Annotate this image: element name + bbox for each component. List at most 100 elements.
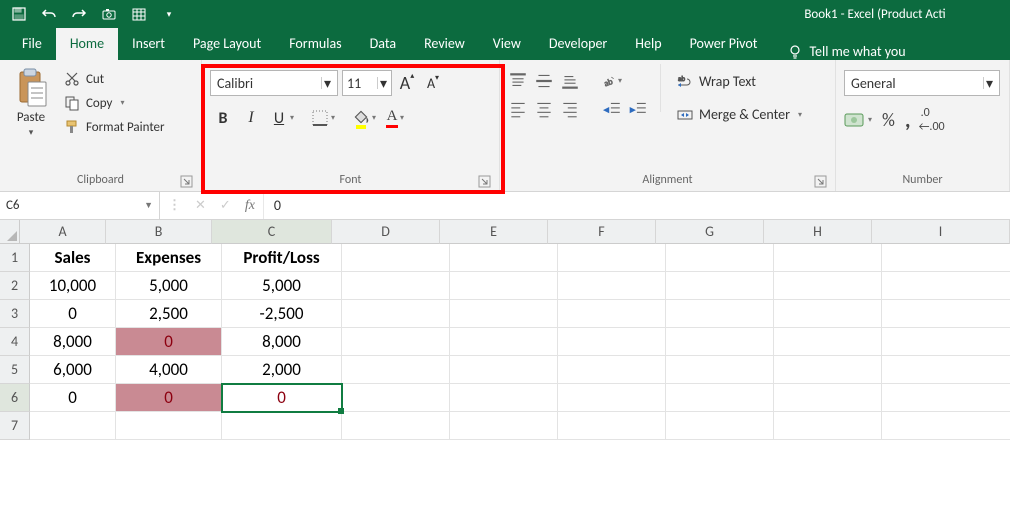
cell-A4[interactable]: 8,000 <box>30 328 116 356</box>
increase-decimal-button[interactable]: .0←.00 <box>921 106 947 134</box>
redo-icon[interactable] <box>70 5 88 23</box>
chevron-down-icon[interactable]: ▾ <box>983 77 995 89</box>
cell-E7[interactable] <box>450 412 558 440</box>
cell-I2[interactable] <box>882 272 1010 300</box>
tab-insert[interactable]: Insert <box>118 28 179 60</box>
dialog-launcher-icon[interactable] <box>814 175 827 188</box>
cell-B6[interactable]: 0 <box>116 384 222 412</box>
tab-view[interactable]: View <box>479 28 535 60</box>
font-name-select[interactable]: Calibri ▾ <box>210 70 338 96</box>
col-header-A[interactable]: A <box>20 220 106 244</box>
cell-H4[interactable] <box>774 328 882 356</box>
italic-button[interactable]: I <box>238 104 264 132</box>
col-header-H[interactable]: H <box>764 220 872 244</box>
col-header-G[interactable]: G <box>656 220 764 244</box>
camera-icon[interactable] <box>100 5 118 23</box>
cell-C7[interactable] <box>222 412 342 440</box>
cell-C1[interactable]: Profit/Loss <box>222 244 342 272</box>
cell-A1[interactable]: Sales <box>30 244 116 272</box>
cell-F2[interactable] <box>558 272 666 300</box>
cell-D5[interactable] <box>342 356 450 384</box>
row-header-6[interactable]: 6 <box>0 384 30 412</box>
cell-G5[interactable] <box>666 356 774 384</box>
cell-I1[interactable] <box>882 244 1010 272</box>
fx-icon[interactable]: fx <box>245 198 255 214</box>
row-header-4[interactable]: 4 <box>0 328 30 356</box>
tab-developer[interactable]: Developer <box>535 28 621 60</box>
chevron-down-icon[interactable]: ▾ <box>798 110 802 120</box>
cell-H2[interactable] <box>774 272 882 300</box>
chevron-down-icon[interactable]: ▾ <box>372 113 376 123</box>
cell-D4[interactable] <box>342 328 450 356</box>
cell-E6[interactable] <box>450 384 558 412</box>
cell-E3[interactable] <box>450 300 558 328</box>
cell-F7[interactable] <box>558 412 666 440</box>
paste-button[interactable]: Paste ▾ <box>8 64 54 138</box>
cell-B4[interactable]: 0 <box>116 328 222 356</box>
cell-H6[interactable] <box>774 384 882 412</box>
cell-A3[interactable]: 0 <box>30 300 116 328</box>
cell-G3[interactable] <box>666 300 774 328</box>
undo-icon[interactable] <box>40 5 58 23</box>
cell-F5[interactable] <box>558 356 666 384</box>
cancel-icon[interactable]: ✕ <box>195 198 206 213</box>
col-header-I[interactable]: I <box>872 220 1010 244</box>
underline-button[interactable]: U▾ <box>266 104 298 132</box>
tab-help[interactable]: Help <box>621 28 675 60</box>
tab-review[interactable]: Review <box>410 28 479 60</box>
cell-I3[interactable] <box>882 300 1010 328</box>
increase-indent-button[interactable] <box>628 100 648 118</box>
chevron-down-icon[interactable]: ▾ <box>321 77 333 89</box>
number-format-select[interactable]: General ▾ <box>844 70 1000 96</box>
chevron-down-icon[interactable]: ▾ <box>290 113 294 123</box>
chevron-down-icon[interactable]: ▾ <box>618 76 622 86</box>
orientation-button[interactable]: ab▾ <box>602 72 622 90</box>
wrap-text-button[interactable]: ab Wrap Text <box>673 72 806 91</box>
name-box[interactable]: C6 ▼ <box>0 192 160 219</box>
font-size-select[interactable]: 11 ▾ <box>342 70 392 96</box>
cell-F4[interactable] <box>558 328 666 356</box>
cell-H7[interactable] <box>774 412 882 440</box>
calendar-icon[interactable] <box>130 5 148 23</box>
borders-button[interactable]: ▾ <box>307 104 339 132</box>
cell-C2[interactable]: 5,000 <box>222 272 342 300</box>
align-bottom-button[interactable] <box>560 72 580 90</box>
cell-A7[interactable] <box>30 412 116 440</box>
comma-format-button[interactable]: , <box>905 117 911 124</box>
cell-A2[interactable]: 10,000 <box>30 272 116 300</box>
select-all-corner[interactable] <box>0 220 20 244</box>
row-header-7[interactable]: 7 <box>0 412 30 440</box>
cell-G1[interactable] <box>666 244 774 272</box>
tab-formulas[interactable]: Formulas <box>275 28 355 60</box>
cell-B7[interactable] <box>116 412 222 440</box>
cell-D1[interactable] <box>342 244 450 272</box>
cell-C3[interactable]: -2,500 <box>222 300 342 328</box>
qat-customize-icon[interactable]: ▾ <box>160 5 178 23</box>
col-header-D[interactable]: D <box>332 220 440 244</box>
tell-me-search[interactable]: Tell me what you <box>779 43 913 60</box>
cell-D2[interactable] <box>342 272 450 300</box>
cell-H3[interactable] <box>774 300 882 328</box>
dialog-launcher-icon[interactable] <box>478 175 491 188</box>
cell-G4[interactable] <box>666 328 774 356</box>
cell-A5[interactable]: 6,000 <box>30 356 116 384</box>
dialog-launcher-icon[interactable] <box>180 175 193 188</box>
cell-B5[interactable]: 4,000 <box>116 356 222 384</box>
chevron-down-icon[interactable]: ▾ <box>868 115 872 125</box>
cell-B3[interactable]: 2,500 <box>116 300 222 328</box>
accounting-format-button[interactable]: ▾ <box>844 112 872 128</box>
tab-page-layout[interactable]: Page Layout <box>179 28 275 60</box>
grow-font-button[interactable]: A▴ <box>396 72 418 94</box>
tab-data[interactable]: Data <box>356 28 410 60</box>
enter-icon[interactable]: ✓ <box>220 198 231 213</box>
cell-E4[interactable] <box>450 328 558 356</box>
chevron-down-icon[interactable]: ▾ <box>120 98 124 108</box>
cell-H1[interactable] <box>774 244 882 272</box>
cell-D3[interactable] <box>342 300 450 328</box>
chevron-down-icon[interactable]: ▾ <box>331 113 335 123</box>
fill-color-button[interactable]: ▾ <box>348 104 380 132</box>
row-header-1[interactable]: 1 <box>0 244 30 272</box>
cell-F3[interactable] <box>558 300 666 328</box>
percent-format-button[interactable]: % <box>882 109 895 131</box>
col-header-B[interactable]: B <box>106 220 212 244</box>
